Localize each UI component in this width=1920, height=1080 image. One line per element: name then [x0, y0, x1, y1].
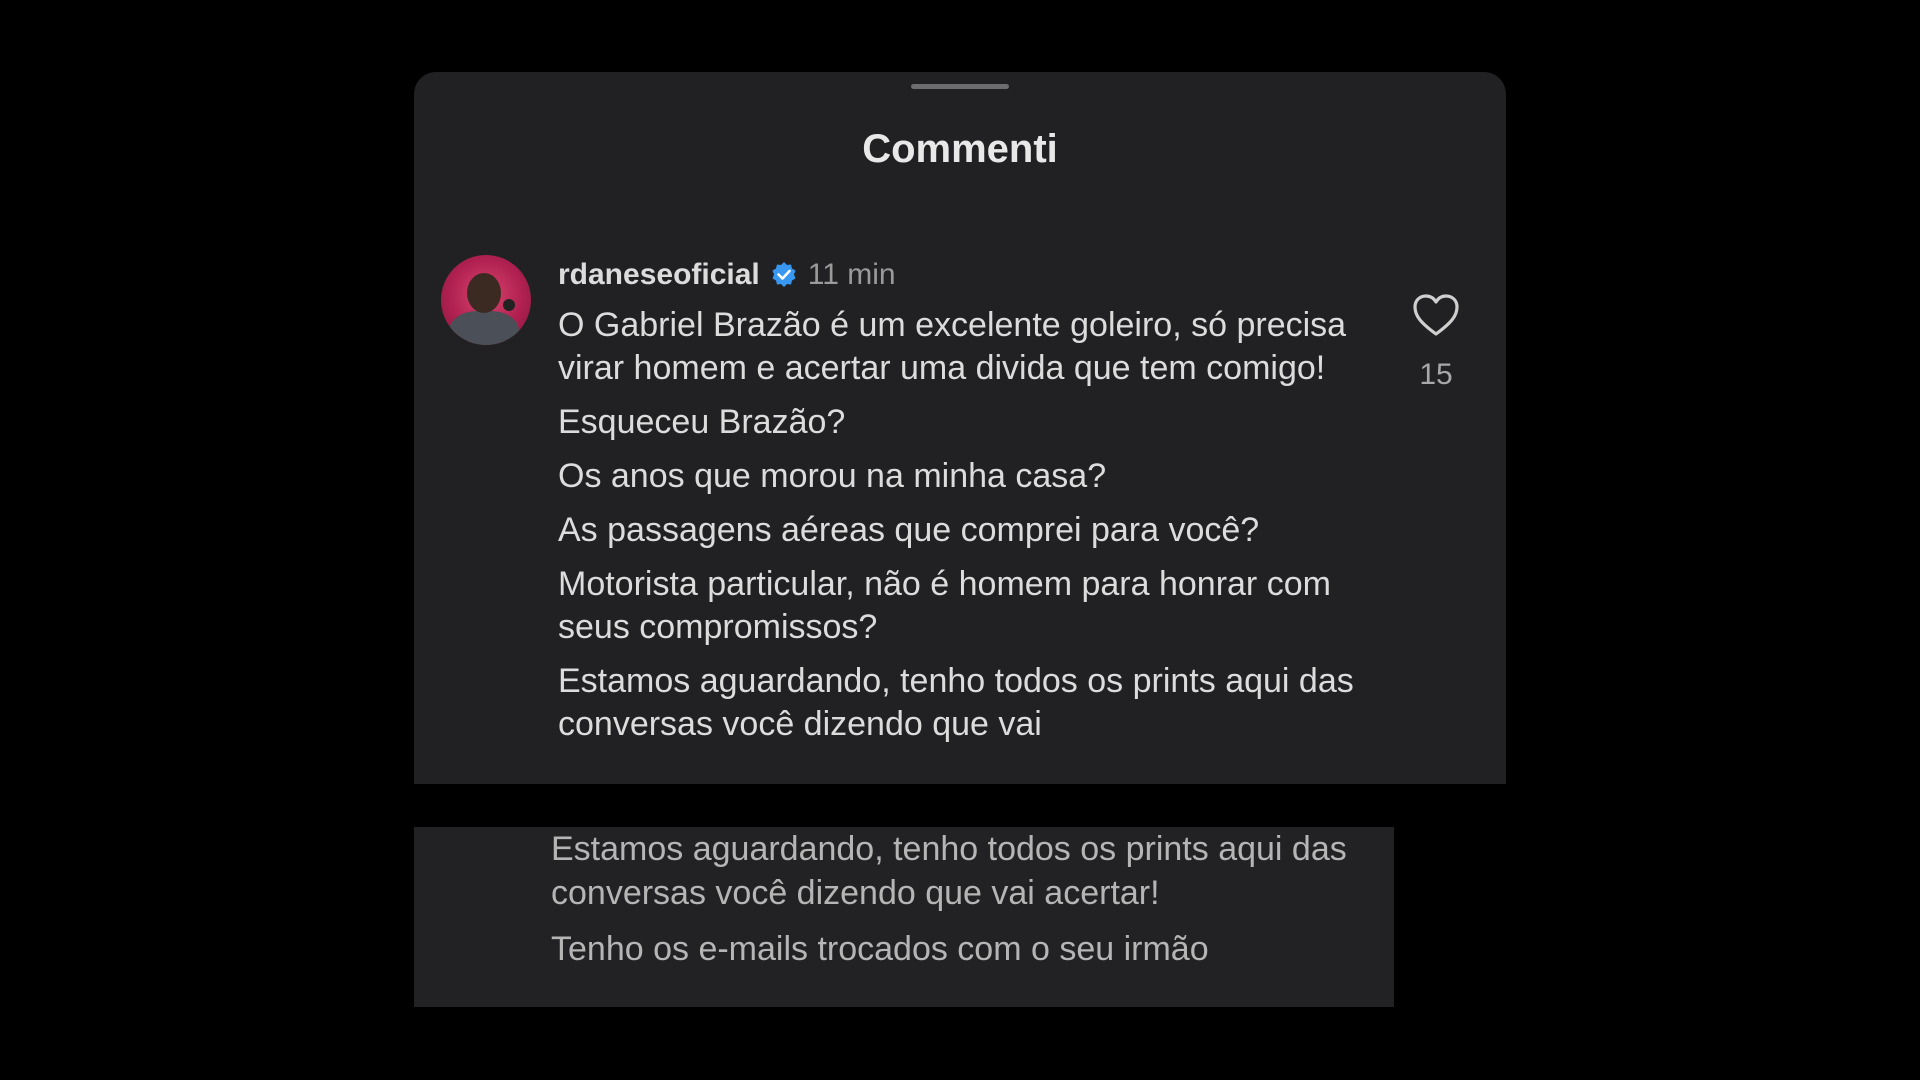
comment-header: rdaneseoficial 11 min [558, 258, 896, 292]
comment-paragraph: Os anos que morou na minha casa? [558, 457, 1107, 495]
comment-paragraph: Estamos aguardando, tenho todos os print… [551, 830, 1347, 912]
sheet-drag-handle[interactable] [911, 84, 1009, 89]
sheet-title: Commenti [862, 127, 1058, 171]
verified-badge-icon [770, 261, 798, 289]
comment-paragraph: Esqueceu Brazão? [558, 403, 846, 441]
comment-paragraph: Motorista particular, não é homem para h… [558, 565, 1331, 646]
comment-paragraph: As passagens aéreas que comprei para voc… [558, 511, 1260, 549]
comment-paragraph: O Gabriel Brazão é um excelente goleiro,… [558, 306, 1347, 387]
comment-continuation-panel: Estamos aguardando, tenho todos os print… [414, 827, 1394, 1007]
comment-paragraph: Tenho os e-mails trocados com o seu irmã… [551, 930, 1209, 968]
comment-timestamp: 11 min [807, 258, 896, 291]
comment-continuation-text: Estamos aguardando, tenho todos os print… [551, 827, 1371, 983]
comment-username[interactable]: rdaneseoficial [558, 258, 760, 292]
like-count: 15 [1419, 358, 1453, 391]
comment-paragraph: Estamos aguardando, tenho todos os print… [558, 662, 1354, 743]
avatar[interactable] [441, 255, 531, 345]
heart-icon[interactable] [1411, 292, 1461, 338]
comments-sheet: Commenti rdaneseoficial 11 min O Gabriel… [414, 72, 1506, 784]
comment-text: O Gabriel Brazão é um excelente goleiro,… [558, 304, 1378, 757]
